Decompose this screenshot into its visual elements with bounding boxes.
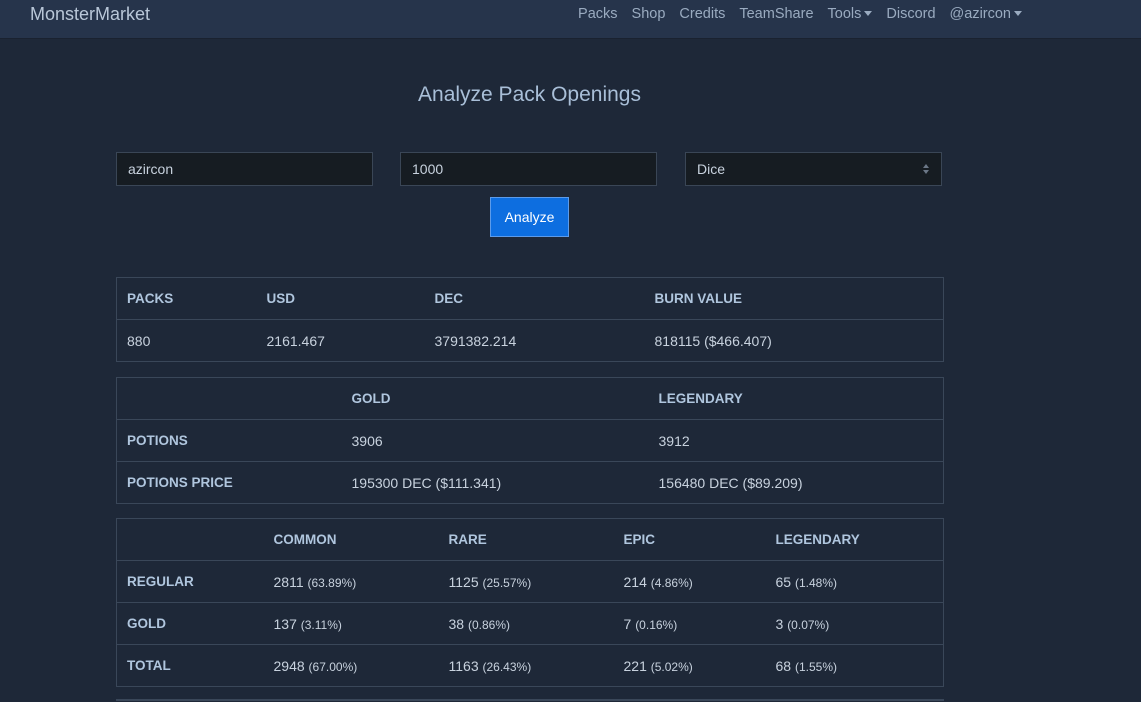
burn-value: 818115 ($466.407)	[644, 319, 944, 362]
potions-legendary: 3912	[648, 419, 944, 462]
row-label: GOLD	[116, 602, 264, 645]
dec-value: 3791382.214	[424, 319, 645, 362]
count: 221	[623, 657, 647, 674]
table-header-row: COMMON RARE EPIC LEGENDARY	[116, 518, 944, 561]
regular-common: 2811 (63.89%)	[263, 560, 439, 603]
count: 214	[623, 573, 647, 590]
total-legendary: 68 (1.55%)	[765, 644, 944, 687]
rarity-table: COMMON RARE EPIC LEGENDARY REGULAR 2811 …	[116, 518, 944, 687]
amount-input[interactable]: 1000	[400, 152, 657, 186]
count: 137	[273, 615, 297, 632]
table-row: 880 2161.467 3791382.214 818115 ($466.40…	[116, 319, 944, 362]
nav-packs[interactable]: Packs	[578, 6, 618, 22]
gold-rare: 38 (0.86%)	[438, 602, 614, 645]
select-arrows-icon	[923, 163, 931, 175]
set-select-value: Dice	[697, 161, 726, 177]
table-header-row: PACKS USD DEC BURN VALUE	[116, 277, 944, 320]
potions-price-legendary: 156480 DEC ($89.209)	[648, 461, 944, 504]
table-header-row: GOLD LEGENDARY	[116, 377, 944, 420]
nav-user-label: @azircon	[949, 6, 1011, 22]
percent: (26.43%)	[482, 659, 532, 674]
count: 1125	[448, 573, 479, 590]
potions-table: GOLD LEGENDARY POTIONS 3906 3912 POTIONS…	[116, 377, 944, 504]
gold-legendary: 3 (0.07%)	[765, 602, 944, 645]
nav-tools-label: Tools	[827, 6, 862, 22]
header-rare: RARE	[438, 518, 614, 561]
page-title: Analyze Pack Openings	[418, 83, 641, 106]
count: 65	[775, 573, 792, 590]
table-row: GOLD 137 (3.11%) 38 (0.86%) 7 (0.16%) 3 …	[116, 602, 944, 645]
regular-legendary: 65 (1.48%)	[765, 560, 944, 603]
usd-value: 2161.467	[256, 319, 425, 362]
header-common: COMMON	[263, 518, 439, 561]
header-empty	[116, 518, 264, 561]
table-row: REGULAR 2811 (63.89%) 1125 (25.57%) 214 …	[116, 560, 944, 603]
gold-common: 137 (3.11%)	[263, 602, 439, 645]
nav-discord[interactable]: Discord	[886, 6, 935, 22]
chevron-down-icon	[864, 11, 873, 16]
summary-table: PACKS USD DEC BURN VALUE 880 2161.467 37…	[116, 277, 944, 362]
percent: (0.86%)	[467, 617, 510, 632]
packs-value: 880	[116, 319, 257, 362]
count: 2811	[273, 573, 304, 590]
next-table-edge	[116, 699, 944, 701]
count: 7	[623, 615, 632, 632]
percent: (1.55%)	[794, 659, 837, 674]
total-common: 2948 (67.00%)	[263, 644, 439, 687]
count: 3	[775, 615, 784, 632]
nav-user-dropdown[interactable]: @azircon	[950, 6, 1022, 22]
nav-tools-dropdown[interactable]: Tools	[828, 6, 873, 22]
percent: (5.02%)	[650, 659, 693, 674]
nav-shop[interactable]: Shop	[632, 6, 666, 22]
chevron-down-icon	[1014, 11, 1022, 16]
row-label: POTIONS	[116, 419, 342, 462]
percent: (63.89%)	[307, 575, 357, 590]
gold-epic: 7 (0.16%)	[613, 602, 766, 645]
percent: (3.11%)	[300, 617, 342, 632]
row-label: POTIONS PRICE	[116, 461, 342, 504]
header-legendary: LEGENDARY	[765, 518, 944, 561]
header-packs: PACKS	[116, 277, 257, 320]
count: 38	[448, 615, 465, 632]
count: 2948	[273, 657, 305, 674]
analyze-button[interactable]: Analyze	[490, 197, 569, 237]
navbar: MonsterMarket Packs Shop Credits TeamSha…	[0, 0, 1141, 39]
count: 1163	[448, 657, 479, 674]
percent: (0.07%)	[787, 617, 830, 632]
potions-gold: 3906	[341, 419, 649, 462]
row-label: TOTAL	[116, 644, 264, 687]
header-usd: USD	[256, 277, 425, 320]
header-dec: DEC	[424, 277, 645, 320]
header-epic: EPIC	[613, 518, 766, 561]
total-rare: 1163 (26.43%)	[438, 644, 614, 687]
percent: (25.57%)	[482, 575, 532, 590]
regular-rare: 1125 (25.57%)	[438, 560, 614, 603]
percent: (1.48%)	[794, 575, 837, 590]
header-burn-value: BURN VALUE	[644, 277, 944, 320]
percent: (4.86%)	[650, 575, 693, 590]
header-gold: GOLD	[341, 377, 649, 420]
nav-links: Packs Shop Credits TeamShare Tools Disco…	[578, 6, 1022, 22]
header-legendary: LEGENDARY	[648, 377, 944, 420]
row-label: REGULAR	[116, 560, 264, 603]
regular-epic: 214 (4.86%)	[613, 560, 766, 603]
table-row: TOTAL 2948 (67.00%) 1163 (26.43%) 221 (5…	[116, 644, 944, 687]
percent: (0.16%)	[635, 617, 678, 632]
table-row: POTIONS PRICE 195300 DEC ($111.341) 1564…	[116, 461, 944, 504]
set-select[interactable]: Dice	[685, 152, 942, 186]
table-row: POTIONS 3906 3912	[116, 419, 944, 462]
count: 68	[775, 657, 792, 674]
nav-teamshare[interactable]: TeamShare	[739, 6, 813, 22]
potions-price-gold: 195300 DEC ($111.341)	[341, 461, 649, 504]
header-empty	[116, 377, 342, 420]
total-epic: 221 (5.02%)	[613, 644, 766, 687]
brand-logo[interactable]: MonsterMarket	[30, 4, 150, 25]
username-input[interactable]: azircon	[116, 152, 373, 186]
nav-credits[interactable]: Credits	[679, 6, 725, 22]
percent: (67.00%)	[308, 659, 358, 674]
